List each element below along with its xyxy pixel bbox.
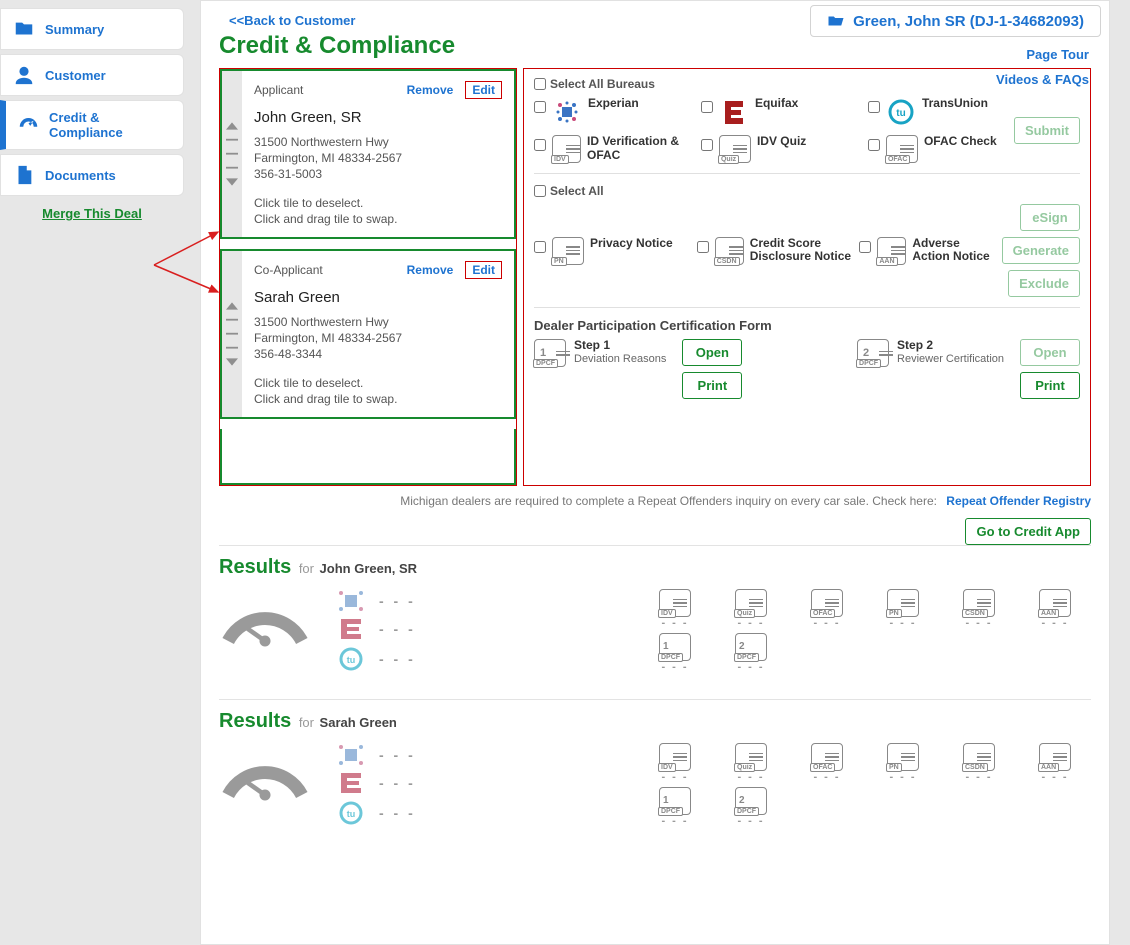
csdn-icon: CSDN bbox=[715, 237, 744, 265]
drag-handle[interactable] bbox=[222, 71, 242, 237]
aan-icon: AAN bbox=[877, 237, 906, 265]
main-panel: Green, John SR (DJ-1-34682093) <<Back to… bbox=[200, 0, 1110, 945]
equifax-icon bbox=[337, 771, 365, 795]
coapplicant-tile[interactable]: Co-Applicant Remove Edit Sarah Green 315… bbox=[220, 249, 516, 419]
bureau-experian[interactable]: Experian bbox=[534, 97, 695, 127]
coapplicant-role: Co-Applicant bbox=[254, 263, 323, 277]
nav-customer[interactable]: Customer bbox=[0, 54, 184, 96]
dpcf-heading: Dealer Participation Certification Form bbox=[534, 318, 1080, 333]
nav-credit-compliance[interactable]: Credit & Compliance bbox=[0, 100, 184, 150]
repeat-offender-link[interactable]: Repeat Offender Registry bbox=[946, 494, 1091, 508]
nav-label: Credit & Compliance bbox=[49, 110, 171, 140]
coapplicant-address-2: Farmington, MI 48334-2567 bbox=[254, 330, 502, 346]
results-john: Results for John Green, SR - - - - - - t… bbox=[219, 545, 1091, 673]
open-step2-button[interactable]: Open bbox=[1020, 339, 1080, 366]
svg-text:tu: tu bbox=[896, 108, 905, 119]
tile-hint-2: Click and drag tile to swap. bbox=[254, 211, 502, 227]
page-tour-link[interactable]: Page Tour bbox=[996, 43, 1089, 68]
nav-label: Documents bbox=[45, 168, 116, 183]
idv-icon: IDV bbox=[552, 135, 581, 163]
select-all-bureaus[interactable]: Select All Bureaus bbox=[534, 77, 1080, 91]
nav-label: Summary bbox=[45, 22, 104, 37]
back-to-customer-link[interactable]: <<Back to Customer bbox=[229, 13, 355, 28]
select-all-notices[interactable]: Select All bbox=[534, 184, 1080, 198]
check-idv-ofac[interactable]: IDV ID Verification & OFAC bbox=[534, 135, 695, 163]
svg-text:tu: tu bbox=[347, 809, 356, 819]
transunion-icon: tu bbox=[337, 645, 365, 673]
applicants-column: Applicant Remove Edit John Green, SR 315… bbox=[219, 68, 517, 486]
options-panel: Select All Bureaus Experian Equifax tu T… bbox=[523, 68, 1091, 486]
customer-chip[interactable]: Green, John SR (DJ-1-34682093) bbox=[810, 5, 1101, 37]
edit-applicant-button[interactable]: Edit bbox=[465, 81, 502, 99]
check-privacy-notice[interactable]: PN Privacy Notice bbox=[534, 237, 691, 265]
nav-documents[interactable]: Documents bbox=[0, 154, 184, 196]
check-aan[interactable]: AAN Adverse Action Notice bbox=[859, 237, 995, 265]
edit-coapplicant-button[interactable]: Edit bbox=[465, 261, 502, 279]
applicant-ssn: 356-31-5003 bbox=[254, 166, 502, 182]
submit-button[interactable]: Submit bbox=[1014, 117, 1080, 144]
check-ofac[interactable]: OFAC OFAC Check bbox=[868, 135, 1008, 163]
sidebar: Summary Customer Credit & Compliance Doc… bbox=[0, 8, 184, 221]
applicant-tile[interactable]: Applicant Remove Edit John Green, SR 315… bbox=[220, 69, 516, 239]
gauge-icon bbox=[18, 114, 39, 136]
merge-deal-link[interactable]: Merge This Deal bbox=[0, 206, 184, 221]
coapplicant-name: Sarah Green bbox=[254, 289, 502, 306]
generate-button[interactable]: Generate bbox=[1002, 237, 1080, 264]
folder-open-icon bbox=[827, 12, 845, 30]
applicant-name: John Green, SR bbox=[254, 109, 502, 126]
remove-coapplicant-link[interactable]: Remove bbox=[407, 263, 454, 277]
go-to-credit-app-button[interactable]: Go to Credit App bbox=[965, 518, 1091, 545]
dpcf1-icon: DPCF1 bbox=[534, 339, 566, 367]
tile-hint-1: Click tile to deselect. bbox=[254, 375, 502, 391]
bureau-equifax[interactable]: Equifax bbox=[701, 97, 862, 127]
person-icon bbox=[13, 64, 35, 86]
dpcf-step1: DPCF1 Step 1 Deviation Reasons Open Prin… bbox=[534, 339, 742, 399]
score-gauge-icon bbox=[219, 589, 311, 650]
quiz-icon: Quiz bbox=[719, 135, 751, 163]
print-step1-button[interactable]: Print bbox=[682, 372, 742, 399]
exclude-button[interactable]: Exclude bbox=[1008, 270, 1080, 297]
pn-icon: PN bbox=[552, 237, 584, 265]
open-step1-button[interactable]: Open bbox=[682, 339, 742, 366]
nav-summary[interactable]: Summary bbox=[0, 8, 184, 50]
equifax-icon bbox=[719, 97, 749, 127]
coapplicant-ssn: 356-48-3344 bbox=[254, 346, 502, 362]
transunion-icon: tu bbox=[337, 799, 365, 827]
check-csdn[interactable]: CSDN Credit Score Disclosure Notice bbox=[697, 237, 854, 265]
score-gauge-icon bbox=[219, 743, 311, 804]
repeat-offender-note: Michigan dealers are required to complet… bbox=[219, 494, 1091, 508]
tile-hint-2: Click and drag tile to swap. bbox=[254, 391, 502, 407]
transunion-icon: tu bbox=[886, 97, 916, 127]
bureau-transunion[interactable]: tu TransUnion bbox=[868, 97, 1008, 127]
ofac-icon: OFAC bbox=[886, 135, 918, 163]
esign-button[interactable]: eSign bbox=[1020, 204, 1080, 231]
experian-icon bbox=[552, 97, 582, 127]
coapplicant-address-1: 31500 Northwestern Hwy bbox=[254, 314, 502, 330]
print-step2-button[interactable]: Print bbox=[1020, 372, 1080, 399]
dpcf2-icon: DPCF2 bbox=[857, 339, 889, 367]
equifax-icon bbox=[337, 617, 365, 641]
check-idv-quiz[interactable]: Quiz IDV Quiz bbox=[701, 135, 862, 163]
nav-label: Customer bbox=[45, 68, 106, 83]
folder-icon bbox=[13, 18, 35, 40]
drag-handle[interactable] bbox=[222, 251, 242, 417]
applicant-address-1: 31500 Northwestern Hwy bbox=[254, 134, 502, 150]
remove-applicant-link[interactable]: Remove bbox=[407, 83, 454, 97]
document-icon bbox=[13, 164, 35, 186]
empty-applicant-slot[interactable] bbox=[220, 429, 516, 485]
svg-text:tu: tu bbox=[347, 655, 356, 665]
experian-icon bbox=[337, 589, 365, 613]
dpcf-step2: DPCF2 Step 2 Reviewer Certification Open… bbox=[857, 339, 1080, 399]
applicant-address-2: Farmington, MI 48334-2567 bbox=[254, 150, 502, 166]
tile-hint-1: Click tile to deselect. bbox=[254, 195, 502, 211]
customer-chip-label: Green, John SR (DJ-1-34682093) bbox=[853, 13, 1084, 30]
applicant-role: Applicant bbox=[254, 83, 303, 97]
experian-icon bbox=[337, 743, 365, 767]
results-sarah: Results for Sarah Green - - - - - - tu- … bbox=[219, 699, 1091, 827]
